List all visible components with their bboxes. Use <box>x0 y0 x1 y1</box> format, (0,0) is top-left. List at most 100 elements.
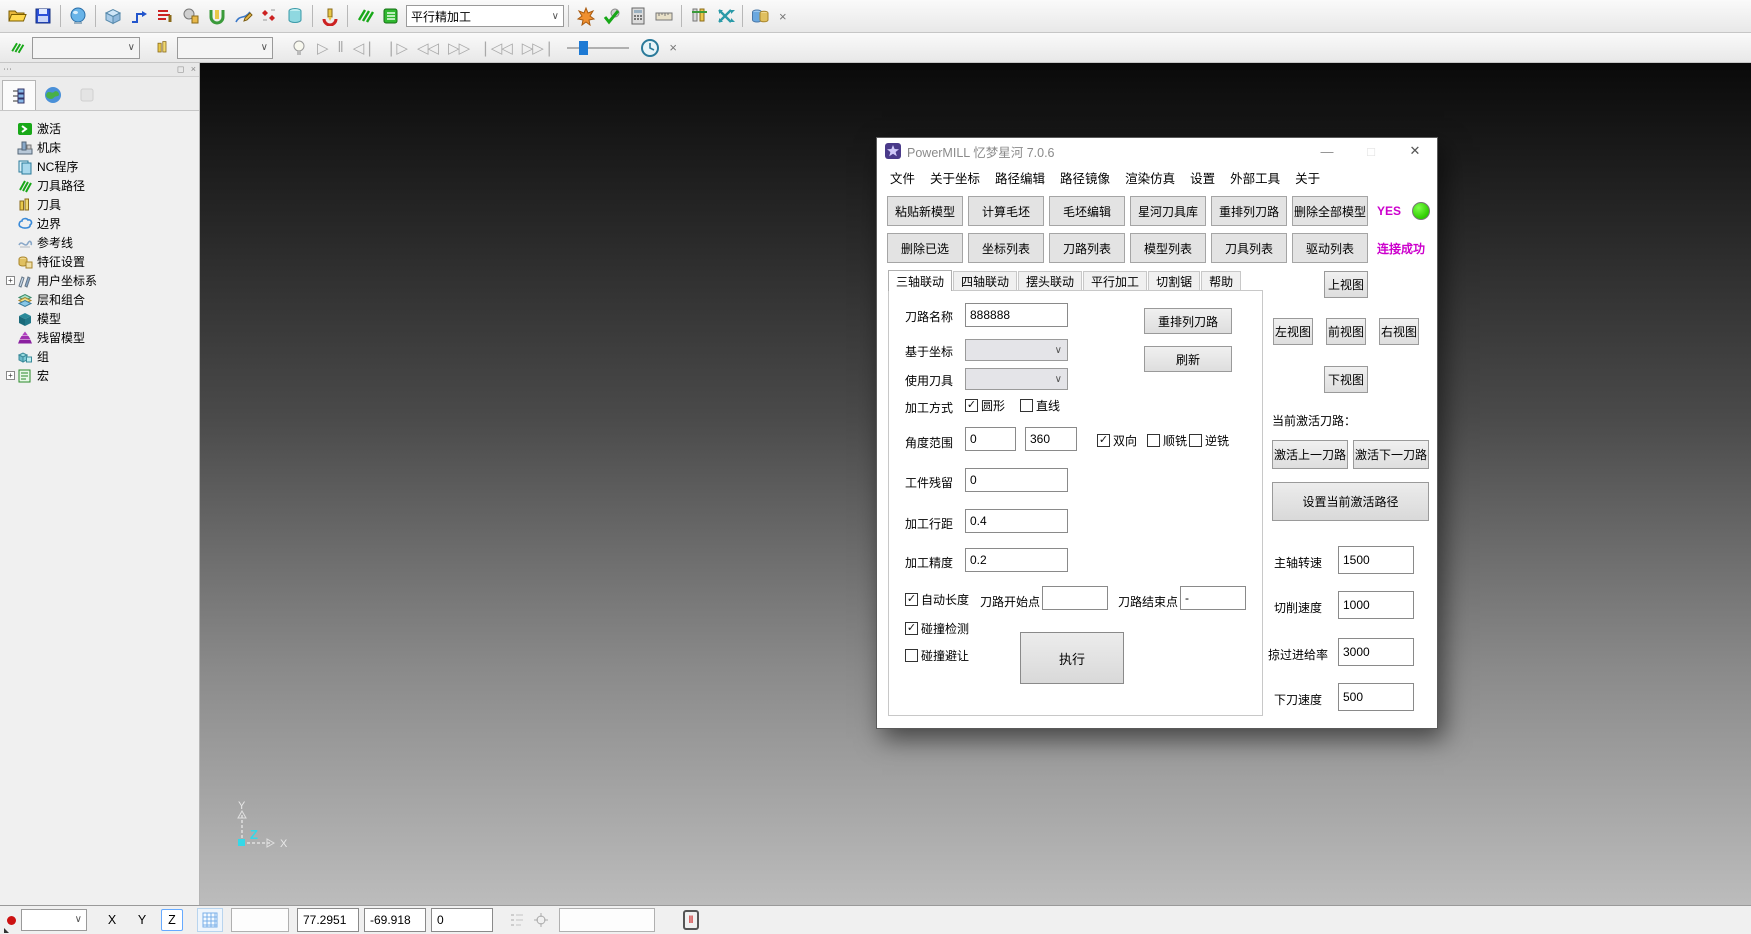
drill-icon[interactable] <box>318 4 342 28</box>
sim-toolbar-close-icon[interactable]: × <box>663 40 683 55</box>
tab-3axis[interactable]: 三轴联动 <box>888 270 952 291</box>
toolpath-connections-icon[interactable] <box>127 4 151 28</box>
calc-block-button[interactable]: 计算毛坯 <box>968 196 1044 226</box>
pause-icon[interactable]: ‖ <box>333 39 348 56</box>
auto-length-checkbox[interactable]: ✓自动长度 <box>905 591 969 608</box>
status-empty-input-2[interactable] <box>559 908 655 932</box>
bidirectional-checkbox[interactable]: ✓双向 <box>1097 432 1137 449</box>
angle-from-input[interactable] <box>965 427 1016 451</box>
tool-library-button[interactable]: 星河刀具库 <box>1130 196 1206 226</box>
coord-list-button[interactable]: 坐标列表 <box>968 233 1044 263</box>
maximize-icon[interactable]: □ <box>1349 144 1393 159</box>
close-panel-icon[interactable]: × <box>191 64 196 74</box>
axis-z-button[interactable]: Z <box>161 909 183 931</box>
tab-help[interactable]: 帮助 <box>1201 271 1241 291</box>
clock-icon[interactable] <box>638 36 662 60</box>
axis-y-button[interactable]: Y <box>131 909 153 931</box>
lightbulb-icon[interactable] <box>287 36 311 60</box>
go-start-icon[interactable]: ❘◁◁ <box>474 39 517 57</box>
simulate-check-icon[interactable] <box>600 4 624 28</box>
status-empty-input-1[interactable] <box>231 908 289 932</box>
tool-holder-icon[interactable] <box>205 4 229 28</box>
fast-forward-icon[interactable]: ▷▷ <box>443 39 474 57</box>
go-end-icon[interactable]: ▷▷❘ <box>517 39 560 57</box>
coord-z-input[interactable] <box>431 908 493 932</box>
locate-icon[interactable] <box>533 912 549 928</box>
feeds-speeds-icon[interactable] <box>153 4 177 28</box>
view-top-button[interactable]: 上视图 <box>1324 271 1368 298</box>
cutting-speed-input[interactable] <box>1338 591 1414 619</box>
tool-list-button[interactable]: 刀具列表 <box>1211 233 1287 263</box>
sim-tool-combo[interactable]: ∨ <box>177 37 273 59</box>
delete-all-models-button[interactable]: 删除全部模型 <box>1292 196 1368 226</box>
tool-pin-icon[interactable] <box>687 4 711 28</box>
tolerance-input[interactable] <box>965 548 1068 572</box>
tab-parallel[interactable]: 平行加工 <box>1083 271 1147 291</box>
tree-item-stock-models[interactable]: 残留模型 <box>6 328 199 347</box>
model-list-button[interactable]: 模型列表 <box>1130 233 1206 263</box>
step-forward-icon[interactable]: ❘▷ <box>380 39 412 57</box>
grid-toggle-icon[interactable] <box>197 908 223 932</box>
set-active-path-button[interactable]: 设置当前激活路径 <box>1272 482 1429 521</box>
menu-about[interactable]: 关于 <box>1295 168 1320 187</box>
menu-file[interactable]: 文件 <box>890 168 915 187</box>
tree-item-patterns[interactable]: 参考线 <box>6 233 199 252</box>
tree-item-boundaries[interactable]: 边界 <box>6 214 199 233</box>
tab-swivel[interactable]: 摆头联动 <box>1018 271 1082 291</box>
tab-explorer-tree[interactable] <box>2 80 36 110</box>
drive-list-button[interactable]: 驱动列表 <box>1292 233 1368 263</box>
close-icon[interactable]: ✕ <box>1393 143 1437 159</box>
rearrange-toolpaths-button[interactable]: 重排列刀路 <box>1211 196 1287 226</box>
menu-ext-tools[interactable]: 外部工具 <box>1230 168 1280 187</box>
activate-next-button[interactable]: 激活下一刀路 <box>1353 440 1429 469</box>
ruler-icon[interactable] <box>652 4 676 28</box>
stock-cylinder-icon[interactable] <box>283 4 307 28</box>
tree-item-toolpaths[interactable]: 刀具路径 <box>6 176 199 195</box>
transform-x-icon[interactable] <box>713 4 737 28</box>
view-front-button[interactable]: 前视图 <box>1326 318 1366 345</box>
coord-y-input[interactable] <box>364 908 426 932</box>
edit-block-button[interactable]: 毛坯编辑 <box>1049 196 1125 226</box>
tree-item-tools[interactable]: 刀具 <box>6 195 199 214</box>
tab-globe[interactable] <box>36 80 70 110</box>
tool-shank-icon[interactable] <box>179 4 203 28</box>
curve-editor-icon[interactable] <box>231 4 255 28</box>
xyz-list-icon[interactable] <box>509 912 525 928</box>
view-bottom-button[interactable]: 下视图 <box>1324 366 1368 393</box>
spindle-speed-input[interactable] <box>1338 546 1414 574</box>
expand-icon[interactable]: + <box>6 276 15 285</box>
menu-path-mirror[interactable]: 路径镜像 <box>1060 168 1110 187</box>
skim-feed-input[interactable] <box>1338 638 1414 666</box>
slider-handle[interactable] <box>579 41 588 55</box>
toolbar-close-icon[interactable]: × <box>773 9 793 24</box>
block-icon[interactable] <box>101 4 125 28</box>
minimize-icon[interactable]: — <box>1305 144 1349 159</box>
menu-settings[interactable]: 设置 <box>1190 168 1215 187</box>
angle-to-input[interactable] <box>1025 427 1077 451</box>
strategy-combo[interactable]: 平行精加工 ∨ <box>406 5 564 27</box>
delete-selected-button[interactable]: 删除已选 <box>887 233 963 263</box>
tree-item-nc-programs[interactable]: NC程序 <box>6 157 199 176</box>
models-cylinders-icon[interactable] <box>748 4 772 28</box>
conventional-mill-checkbox[interactable]: 逆铣 <box>1189 432 1229 449</box>
menu-path-edit[interactable]: 路径编辑 <box>995 168 1045 187</box>
coord-x-input[interactable] <box>297 908 359 932</box>
use-tool-dropdown[interactable]: ∨ <box>965 368 1068 390</box>
points-icon[interactable] <box>257 4 281 28</box>
play-icon[interactable]: ▷ <box>312 39 333 57</box>
rewind-icon[interactable]: ◁◁ <box>412 39 443 57</box>
path-start-input[interactable] <box>1042 586 1108 610</box>
shaded-ball-icon[interactable] <box>66 4 90 28</box>
sim-status-icon[interactable]: ‖ <box>683 910 699 930</box>
plunge-speed-input[interactable] <box>1338 683 1414 711</box>
tree-item-levels[interactable]: 层和组合 <box>6 290 199 309</box>
mode-circle-checkbox[interactable]: ✓圆形 <box>965 397 1005 414</box>
strategy-list-icon[interactable] <box>379 4 403 28</box>
tree-item-feature-sets[interactable]: 特征设置 <box>6 252 199 271</box>
expand-icon[interactable]: + <box>6 371 15 380</box>
tab-4axis[interactable]: 四轴联动 <box>953 271 1017 291</box>
menu-coords[interactable]: 关于坐标 <box>930 168 980 187</box>
collision-star-icon[interactable] <box>574 4 598 28</box>
activate-prev-button[interactable]: 激活上一刀路 <box>1272 440 1348 469</box>
path-end-input[interactable] <box>1180 586 1246 610</box>
